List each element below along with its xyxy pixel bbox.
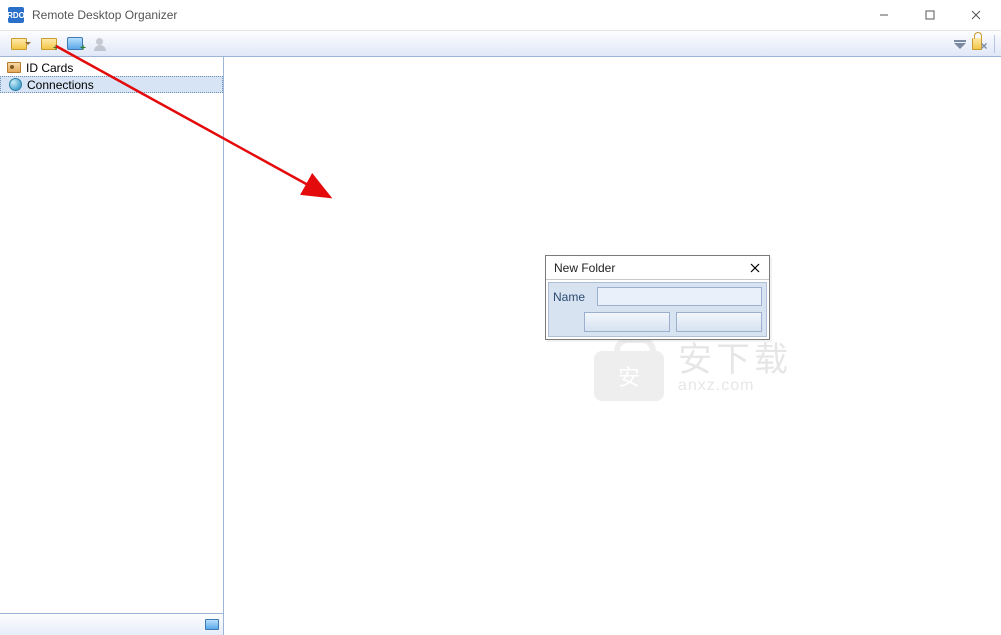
new-folder-dialog: New Folder Name — [545, 255, 770, 340]
watermark-logo-icon — [594, 337, 664, 401]
connection-tree[interactable]: ID Cards Connections — [0, 57, 223, 613]
tree-item-idcards[interactable]: ID Cards — [0, 59, 223, 76]
dialog-cancel-button[interactable] — [676, 312, 762, 332]
dialog-title: New Folder — [554, 261, 745, 275]
new-folder-button[interactable] — [38, 33, 60, 55]
watermark-text-cn: 安下载 — [678, 343, 792, 377]
window-title: Remote Desktop Organizer — [32, 8, 177, 22]
window-close-button[interactable] — [953, 0, 999, 30]
window-titlebar: RDO Remote Desktop Organizer — [0, 0, 1001, 31]
dialog-ok-button[interactable] — [584, 312, 670, 332]
folder-open-icon — [11, 38, 27, 50]
filter-button[interactable] — [949, 35, 971, 57]
sidebar-statusbar — [0, 613, 223, 635]
new-connection-button[interactable] — [64, 33, 86, 55]
idcards-icon — [7, 62, 21, 73]
filter-icon — [954, 43, 966, 49]
dialog-body: Name — [548, 282, 767, 337]
dialog-titlebar[interactable]: New Folder — [546, 256, 769, 280]
close-pane-button[interactable]: × — [973, 35, 995, 57]
main-content-area: 安下载 anxz.com New Folder Name — [224, 57, 1001, 635]
app-icon: RDO — [8, 7, 24, 23]
tree-item-label: ID Cards — [26, 61, 73, 75]
open-button[interactable] — [4, 33, 34, 55]
folder-name-input[interactable] — [597, 287, 762, 306]
name-label: Name — [553, 290, 591, 304]
watermark: 安下载 anxz.com — [594, 337, 792, 401]
folder-plus-icon — [41, 38, 57, 50]
globe-icon — [9, 78, 22, 91]
watermark-text-en: anxz.com — [678, 377, 792, 395]
close-icon: × — [980, 39, 987, 53]
user-plus-icon — [94, 37, 108, 51]
dialog-close-button[interactable] — [745, 259, 765, 277]
window-maximize-button[interactable] — [907, 0, 953, 30]
window-minimize-button[interactable] — [861, 0, 907, 30]
tree-item-label: Connections — [27, 78, 94, 92]
sidebar: ID Cards Connections — [0, 57, 224, 635]
tree-item-connections[interactable]: Connections — [0, 76, 223, 93]
new-idcard-button[interactable] — [90, 33, 112, 55]
main-toolbar: × — [0, 31, 1001, 57]
monitor-icon — [205, 619, 219, 630]
monitor-plus-icon — [67, 37, 83, 50]
